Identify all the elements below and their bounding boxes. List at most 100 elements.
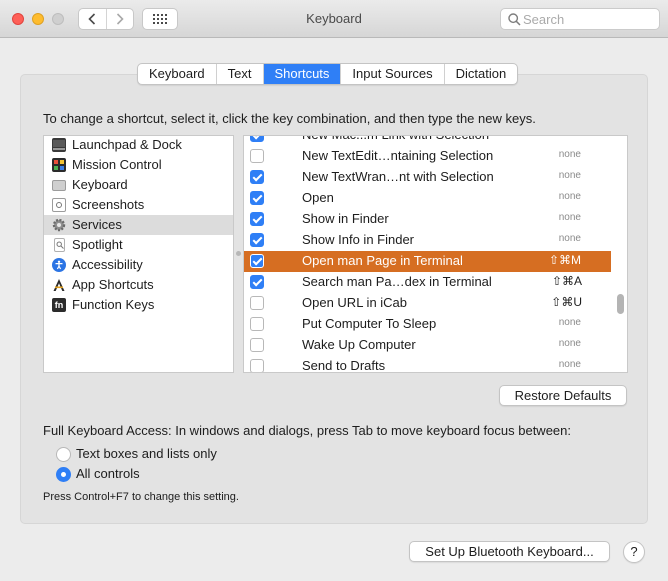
shortcut-enabled-checkbox[interactable] [250, 212, 264, 226]
category-label: Services [72, 217, 122, 232]
shortcut-label: Wake Up Computer [302, 337, 416, 352]
category-spotlight[interactable]: Spotlight [44, 235, 233, 255]
split-view-divider-handle[interactable] [236, 251, 241, 256]
screenshots-icon [52, 198, 66, 212]
forward-button[interactable] [105, 9, 134, 29]
category-label: Accessibility [72, 257, 143, 272]
shortcut-row[interactable]: Open none [244, 188, 627, 209]
category-screenshots[interactable]: Screenshots [44, 195, 233, 215]
tab-shortcuts[interactable]: Shortcuts [262, 64, 341, 84]
shortcut-key-combination[interactable]: none [559, 136, 581, 139]
shortcut-enabled-checkbox[interactable] [250, 233, 264, 247]
close-window-button[interactable] [12, 13, 24, 25]
category-function-keys[interactable]: fn Function Keys [44, 295, 233, 315]
category-label: App Shortcuts [72, 277, 154, 292]
shortcut-label: New Mac...m Link with Selection [302, 136, 489, 142]
shortcut-enabled-checkbox[interactable] [250, 338, 264, 352]
shortcut-row[interactable]: Show in Finder none [244, 209, 627, 230]
shortcut-label: Open man Page in Terminal [302, 253, 463, 268]
chevron-left-icon [88, 13, 96, 25]
tab-input-sources[interactable]: Input Sources [340, 64, 443, 84]
shortcut-row[interactable]: New TextEdit…ntaining Selection none [244, 146, 627, 167]
launchpad-icon [52, 138, 66, 152]
shortcut-label: Show in Finder [302, 211, 389, 226]
radio-label-all-controls[interactable]: All controls [76, 466, 140, 481]
tab-dictation[interactable]: Dictation [443, 64, 518, 84]
shortcut-key-combination[interactable]: ⇧⌘M [549, 253, 581, 267]
accessibility-icon [52, 258, 66, 272]
shortcut-enabled-checkbox[interactable] [250, 191, 264, 205]
full-keyboard-access-label: Full Keyboard Access: In windows and dia… [43, 423, 571, 438]
category-keyboard[interactable]: Keyboard [44, 175, 233, 195]
function-keys-icon: fn [52, 298, 66, 312]
category-app-shortcuts[interactable]: App Shortcuts [44, 275, 233, 295]
back-button[interactable] [79, 9, 106, 29]
category-label: Function Keys [72, 297, 155, 312]
scrollbar-thumb[interactable] [617, 294, 624, 314]
shortcut-enabled-checkbox[interactable] [250, 149, 264, 163]
app-shortcuts-icon [52, 278, 66, 292]
shortcut-row[interactable]: Open man Page in Terminal ⇧⌘M [244, 251, 611, 272]
shortcut-list-content: New Mac...m Link with SelectionnoneNew T… [244, 136, 627, 373]
help-button[interactable]: ? [623, 541, 645, 563]
shortcut-enabled-checkbox[interactable] [250, 317, 264, 331]
shortcut-row[interactable]: Search man Pa…dex in Terminal ⇧⌘A [244, 272, 627, 293]
shortcut-key-combination[interactable]: ⇧⌘A [552, 274, 582, 288]
shortcut-row[interactable]: Open URL in iCab ⇧⌘U [244, 293, 627, 314]
shortcut-label: New TextWran…nt with Selection [302, 169, 494, 184]
minimize-window-button[interactable] [32, 13, 44, 25]
mission-control-icon [52, 158, 66, 172]
category-mission-control[interactable]: Mission Control [44, 155, 233, 175]
shortcut-key-combination[interactable]: none [559, 212, 581, 223]
shortcut-row[interactable]: Send to Drafts none [244, 356, 627, 373]
tab-keyboard[interactable]: Keyboard [138, 64, 216, 84]
title-bar: Keyboard [0, 0, 668, 38]
search-field[interactable] [500, 8, 660, 30]
zoom-window-button[interactable] [52, 13, 64, 25]
category-label: Mission Control [72, 157, 162, 172]
shortcut-row[interactable]: New TextWran…nt with Selection none [244, 167, 627, 188]
shortcut-label: New TextEdit…ntaining Selection [302, 148, 494, 163]
category-label: Launchpad & Dock [72, 137, 182, 152]
category-label: Keyboard [72, 177, 128, 192]
shortcut-category-list: Launchpad & Dock Mission Control Keyboar… [43, 135, 234, 373]
setup-bluetooth-keyboard-button[interactable]: Set Up Bluetooth Keyboard... [409, 541, 610, 562]
gear-icon [52, 218, 66, 232]
shortcut-key-combination[interactable]: none [559, 191, 581, 202]
shortcut-enabled-checkbox[interactable] [250, 254, 264, 268]
restore-defaults-button[interactable]: Restore Defaults [499, 385, 627, 406]
shortcut-row[interactable]: Put Computer To Sleep none [244, 314, 627, 335]
shortcut-enabled-checkbox[interactable] [250, 359, 264, 372]
shortcut-row[interactable]: Show Info in Finder none [244, 230, 627, 251]
shortcut-key-combination[interactable]: none [559, 338, 581, 349]
keyboard-preferences-window: Keyboard Keyboard Text Shortcuts Input S… [0, 0, 668, 581]
shortcut-label: Send to Drafts [302, 358, 386, 373]
instruction-text: To change a shortcut, select it, click t… [43, 111, 536, 126]
shortcut-enabled-checkbox[interactable] [250, 296, 264, 310]
radio-label-text-boxes-lists[interactable]: Text boxes and lists only [76, 446, 217, 461]
tab-bar: Keyboard Text Shortcuts Input Sources Di… [137, 63, 519, 85]
category-launchpad-dock[interactable]: Launchpad & Dock [44, 135, 233, 155]
shortcut-key-combination[interactable]: ⇧⌘U [551, 295, 582, 309]
category-accessibility[interactable]: Accessibility [44, 255, 233, 275]
shortcut-enabled-checkbox[interactable] [250, 275, 264, 289]
show-all-button[interactable] [142, 8, 178, 30]
shortcut-key-combination[interactable]: none [559, 170, 581, 181]
tab-text[interactable]: Text [215, 64, 263, 84]
shortcut-list: New Mac...m Link with SelectionnoneNew T… [243, 135, 628, 373]
search-input[interactable] [523, 10, 655, 28]
shortcut-row[interactable]: New Mac...m Link with Selection none [244, 136, 627, 146]
radio-text-boxes-lists[interactable] [56, 447, 71, 462]
shortcut-key-combination[interactable]: none [559, 233, 581, 244]
grid-icon [153, 14, 167, 24]
shortcut-key-combination[interactable]: none [559, 359, 581, 370]
navigation-buttons [78, 8, 134, 30]
radio-all-controls[interactable] [56, 467, 71, 482]
shortcut-enabled-checkbox[interactable] [250, 170, 264, 184]
category-services[interactable]: Services [44, 215, 233, 235]
shortcut-enabled-checkbox[interactable] [250, 136, 264, 142]
shortcut-key-combination[interactable]: none [559, 149, 581, 160]
shortcut-row[interactable]: Wake Up Computer none [244, 335, 627, 356]
shortcut-key-combination[interactable]: none [559, 317, 581, 328]
spotlight-icon [54, 238, 65, 252]
